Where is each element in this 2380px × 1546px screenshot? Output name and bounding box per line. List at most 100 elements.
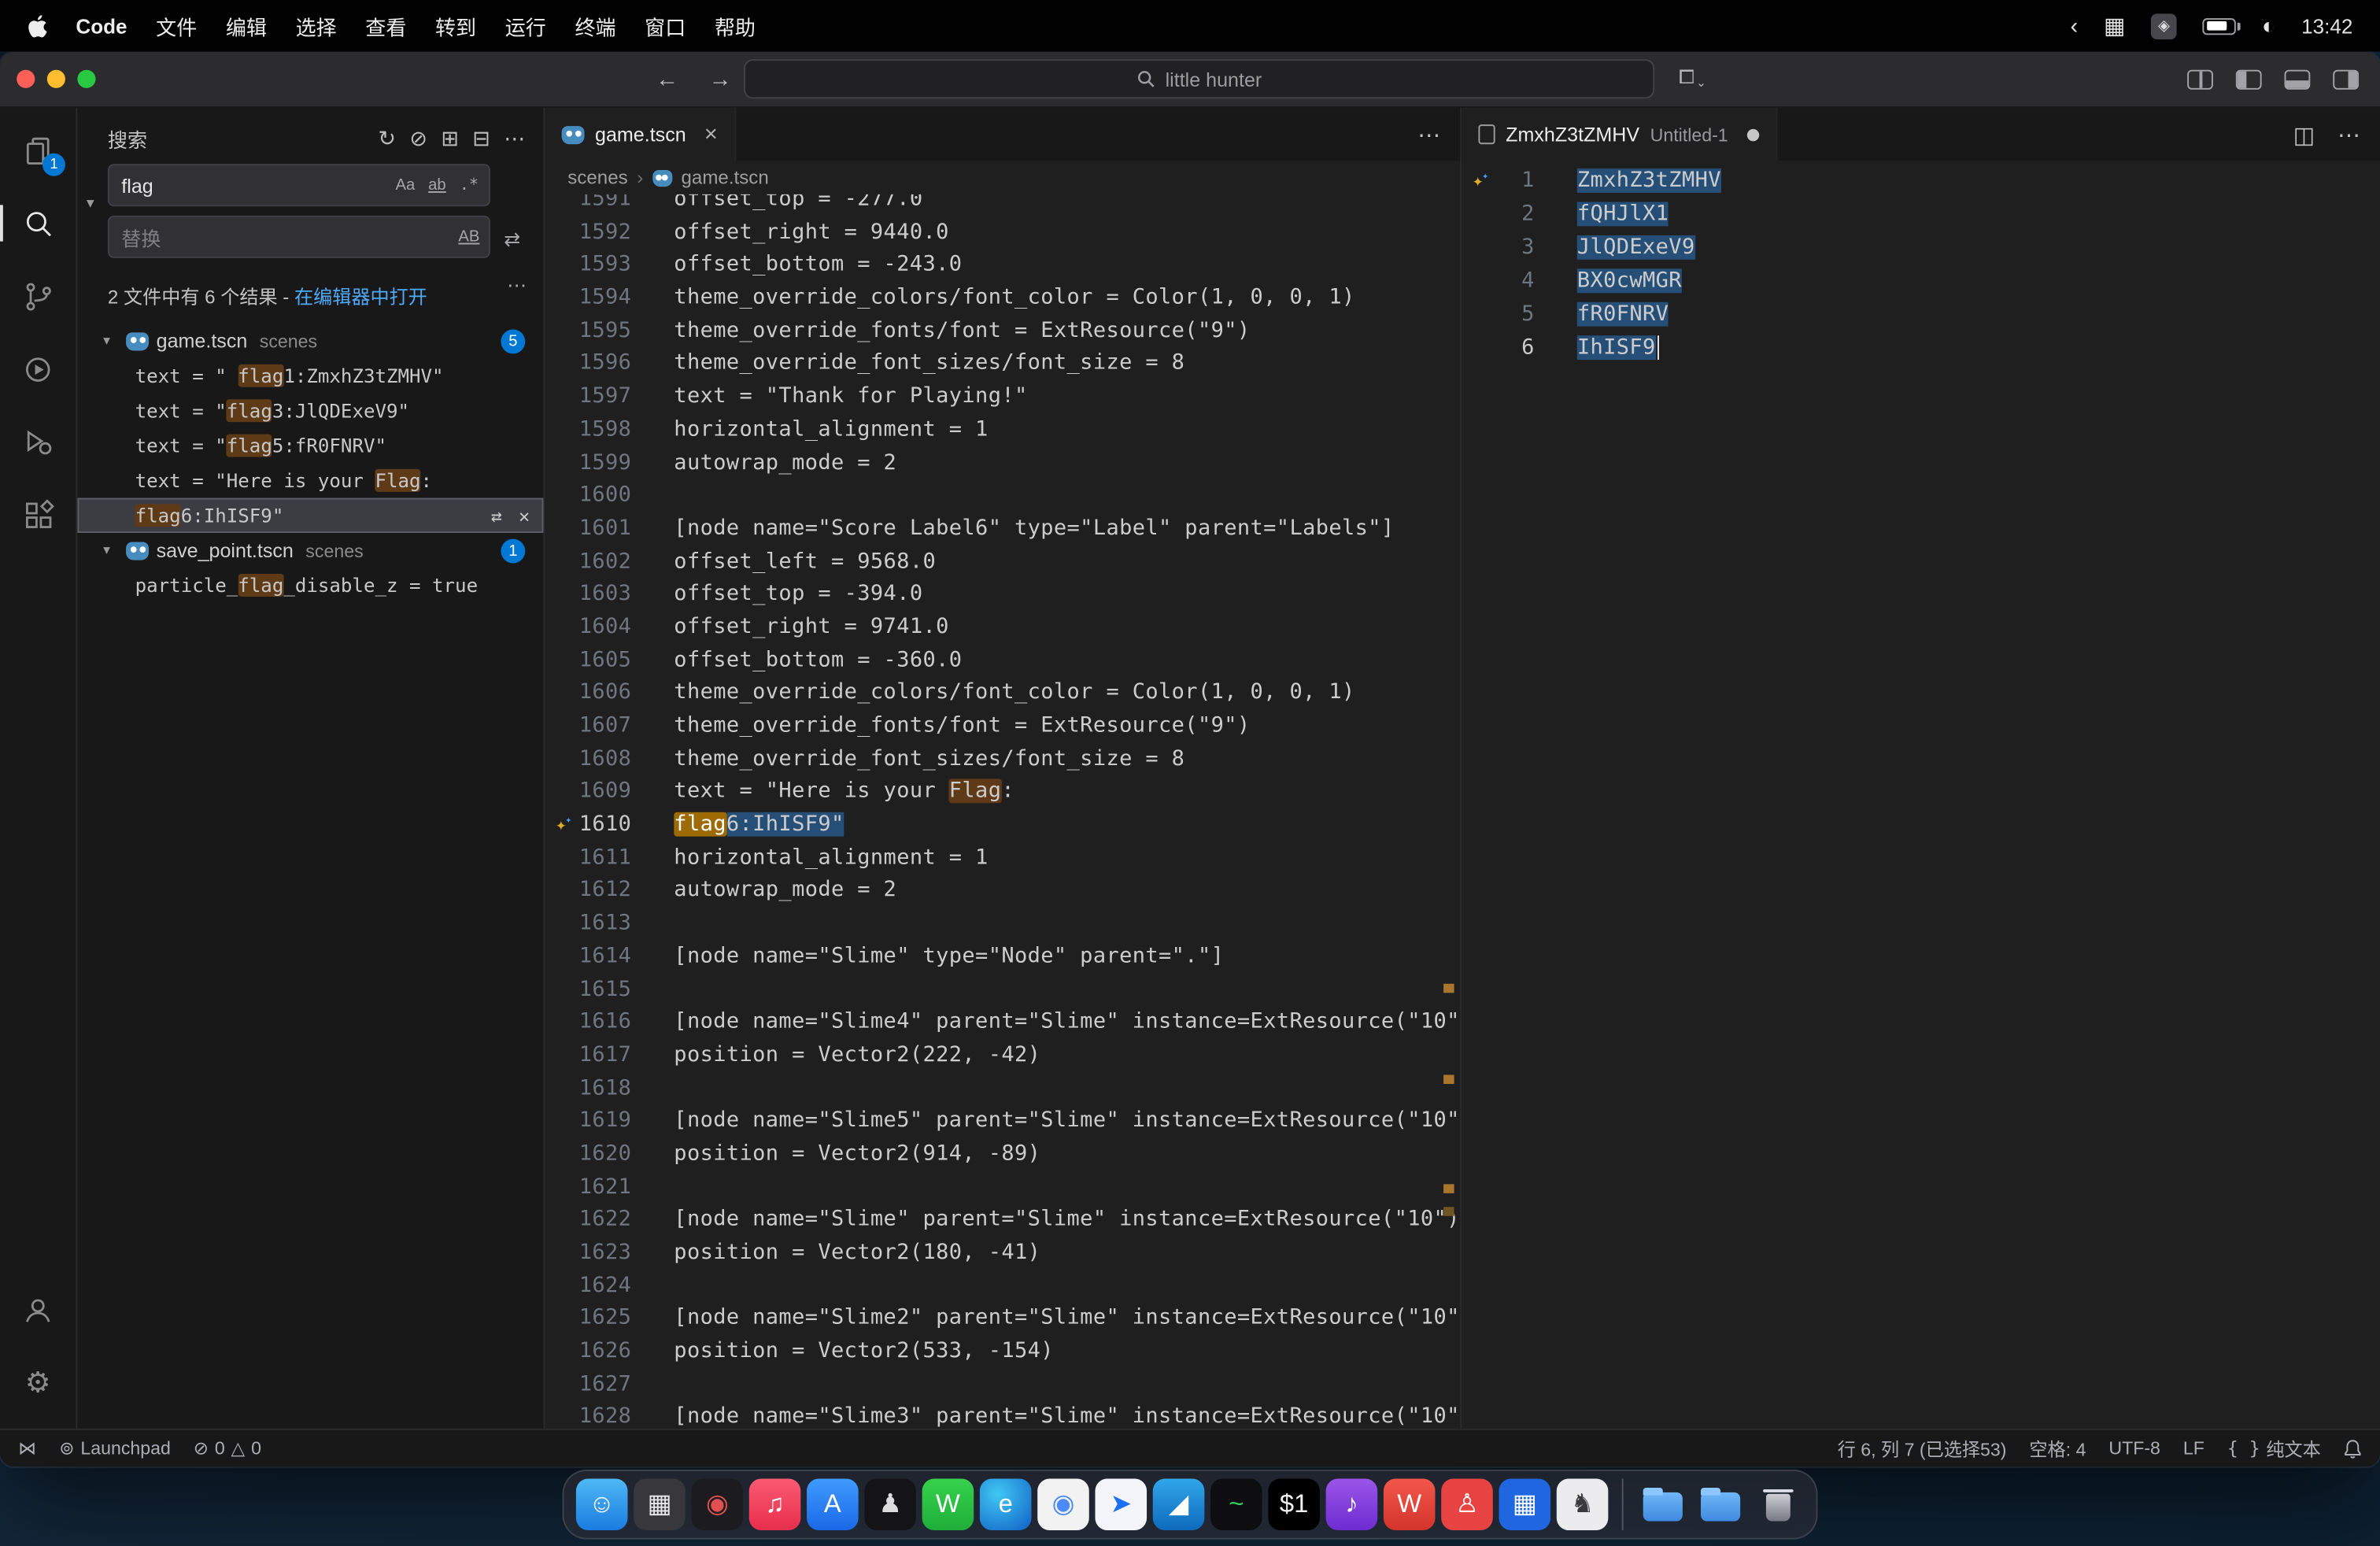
line-number[interactable]: 1623 bbox=[545, 1237, 631, 1270]
breadcrumb[interactable]: scenes › game.tscn bbox=[545, 161, 1460, 194]
line-number[interactable]: 3 bbox=[1462, 231, 1535, 264]
dock-vscode-icon[interactable]: ◢ bbox=[1153, 1478, 1205, 1529]
code-line[interactable]: 1605offset_bottom = -360.0 bbox=[545, 645, 1460, 678]
dock-finder-icon[interactable]: ☺ bbox=[576, 1478, 628, 1529]
code-line[interactable]: 1613 bbox=[545, 908, 1460, 941]
notifications-bell-icon[interactable] bbox=[2344, 1438, 2362, 1458]
menu-item[interactable]: 查看 bbox=[365, 11, 406, 42]
toggle-panel-icon[interactable] bbox=[2285, 70, 2311, 90]
line-number[interactable]: 4 bbox=[1462, 264, 1535, 298]
code-line[interactable]: 1627 bbox=[545, 1369, 1460, 1402]
line-number[interactable]: 1608 bbox=[545, 743, 631, 776]
code-line[interactable]: 1592offset_right = 9440.0 bbox=[545, 216, 1460, 250]
dock-wps-icon[interactable]: W bbox=[1384, 1478, 1436, 1529]
editor-more-actions-icon[interactable]: ⋯ bbox=[1417, 120, 1440, 148]
dock-purple-app-icon[interactable]: ♪ bbox=[1326, 1478, 1378, 1529]
code-line[interactable]: 3JlQDExeV9 bbox=[1462, 231, 2380, 264]
code-line[interactable]: 1612autowrap_mode = 2 bbox=[545, 875, 1460, 908]
open-search-editor-icon[interactable]: ⊞ bbox=[441, 125, 459, 151]
refresh-icon[interactable]: ↻ bbox=[378, 125, 396, 151]
dock-blue-grid-app-icon[interactable]: ▦ bbox=[1499, 1478, 1550, 1529]
toggle-primary-sidebar-icon[interactable] bbox=[2236, 70, 2262, 90]
line-number[interactable]: 1620 bbox=[545, 1138, 631, 1171]
line-number[interactable]: 5 bbox=[1462, 298, 1535, 331]
replace-icon[interactable]: ⇄ bbox=[480, 505, 502, 526]
line-number[interactable]: 1627 bbox=[545, 1369, 631, 1402]
line-number[interactable]: 1624 bbox=[545, 1270, 631, 1304]
settings-gear-icon[interactable]: ⚙ bbox=[0, 1347, 76, 1420]
control-center-icon[interactable]: ◐ bbox=[2262, 13, 2275, 39]
line-number[interactable]: 1628 bbox=[545, 1402, 631, 1429]
replace-input[interactable]: 替换 AB bbox=[108, 216, 490, 258]
menubar-app-icon[interactable]: ◈ bbox=[2151, 13, 2177, 39]
line-number[interactable]: 1613 bbox=[545, 908, 631, 941]
menu-item[interactable]: 文件 bbox=[156, 11, 197, 42]
dock-folder-1-icon[interactable] bbox=[1637, 1478, 1689, 1529]
search-details-icon[interactable]: ⋯ bbox=[507, 273, 527, 298]
line-number[interactable]: 1605 bbox=[545, 645, 631, 678]
toggle-replace-icon[interactable]: ▾ bbox=[87, 196, 94, 213]
line-number[interactable]: 1615 bbox=[545, 974, 631, 1007]
line-number[interactable]: 1602 bbox=[545, 546, 631, 579]
toggle-secondary-sidebar-icon[interactable] bbox=[2333, 70, 2359, 90]
app-menu[interactable]: Code bbox=[76, 14, 127, 37]
code-line[interactable]: 1622[node name="Slime" parent="Slime" in… bbox=[545, 1204, 1460, 1237]
close-window-button[interactable] bbox=[17, 70, 35, 88]
menu-item[interactable]: 选择 bbox=[296, 11, 337, 42]
code-line[interactable]: 4BX0cwMGR bbox=[1462, 264, 2380, 298]
language-mode-status[interactable]: { } 纯文本 bbox=[2227, 1435, 2321, 1461]
code-line[interactable]: 1606theme_override_colors/font_color = C… bbox=[545, 678, 1460, 711]
line-number[interactable]: 1603 bbox=[545, 579, 631, 612]
customize-layout-icon[interactable] bbox=[2187, 70, 2213, 90]
line-number[interactable]: 1598 bbox=[545, 414, 631, 447]
code-line[interactable]: 1599autowrap_mode = 2 bbox=[545, 447, 1460, 480]
sparkle-icon[interactable]: ✦✦ bbox=[556, 809, 574, 845]
zoom-window-button[interactable] bbox=[77, 70, 95, 88]
overview-ruler[interactable] bbox=[1439, 194, 1460, 1429]
dock-chrome-icon[interactable]: ◉ bbox=[1037, 1478, 1089, 1529]
battery-icon[interactable] bbox=[2203, 17, 2236, 34]
code-line[interactable]: ✦✦1610flag6:IhISF9" bbox=[545, 809, 1460, 842]
tab-game-tscn[interactable]: game.tscn × bbox=[545, 108, 736, 161]
menu-item[interactable]: 终端 bbox=[575, 11, 615, 42]
launchpad-status-item[interactable]: ⊚ Launchpad bbox=[59, 1437, 171, 1459]
code-line[interactable]: 1597text = "Thank for Playing!" bbox=[545, 381, 1460, 414]
window-titlebar[interactable]: ← → little hunter ⧠⌄ bbox=[0, 52, 2380, 108]
search-result-row[interactable]: particle_flag_disable_z = true bbox=[77, 568, 543, 602]
search-file-row[interactable]: ▾save_point.tscnscenes1 bbox=[77, 533, 543, 568]
code-line[interactable]: 2fQHJlX1 bbox=[1462, 198, 2380, 231]
new-editor-dropdown-icon[interactable]: ⧠⌄ bbox=[1679, 65, 1706, 90]
line-number[interactable]: 2 bbox=[1462, 198, 1535, 231]
dock-arcade-app-icon[interactable]: ♟ bbox=[864, 1478, 916, 1529]
code-line[interactable]: 1602offset_left = 9568.0 bbox=[545, 546, 1460, 579]
code-editor-right[interactable]: ✦✦1ZmxhZ3tZMHV2fQHJlX13JlQDExeV94BX0cwMG… bbox=[1462, 161, 2380, 1428]
line-number[interactable]: 1600 bbox=[545, 480, 631, 513]
menu-item[interactable]: 转到 bbox=[435, 11, 476, 42]
forward-icon[interactable]: → bbox=[709, 67, 732, 93]
code-line[interactable]: 1609text = "Here is your Flag: bbox=[545, 776, 1460, 809]
menu-item[interactable]: 窗口 bbox=[645, 11, 686, 42]
tab-untitled-1[interactable]: ZmxhZ3tZMHV Untitled-1 bbox=[1462, 108, 1778, 161]
indentation-status[interactable]: 空格: 4 bbox=[2029, 1435, 2086, 1461]
line-number[interactable]: 1621 bbox=[545, 1171, 631, 1204]
code-line[interactable]: 1604offset_right = 9741.0 bbox=[545, 612, 1460, 645]
line-number[interactable]: 1619 bbox=[545, 1106, 631, 1139]
code-line[interactable]: 5fR0FNRV bbox=[1462, 298, 2380, 331]
line-number[interactable]: 1601 bbox=[545, 513, 631, 546]
code-line[interactable]: 1620position = Vector2(914, -89) bbox=[545, 1138, 1460, 1171]
code-line[interactable]: 1598horizontal_alignment = 1 bbox=[545, 414, 1460, 447]
search-result-row[interactable]: flag6:IhISF9" ⇄✕ bbox=[77, 498, 543, 533]
activity-search[interactable] bbox=[0, 187, 76, 260]
command-center-search[interactable]: little hunter bbox=[744, 59, 1654, 98]
activity-source-control[interactable] bbox=[0, 260, 76, 333]
dock-trash-icon[interactable] bbox=[1753, 1478, 1805, 1529]
line-number[interactable]: 1622 bbox=[545, 1204, 631, 1237]
code-line[interactable]: 1619[node name="Slime5" parent="Slime" i… bbox=[545, 1106, 1460, 1139]
replace-all-icon[interactable]: ⇄ bbox=[504, 227, 520, 252]
whole-word-icon[interactable]: ab bbox=[422, 170, 453, 201]
apple-menu-icon[interactable] bbox=[28, 14, 47, 37]
search-input[interactable]: flag Aa ab .* bbox=[108, 164, 490, 206]
search-file-row[interactable]: ▾game.tscnscenes5 bbox=[77, 324, 543, 358]
code-line[interactable]: 1614[node name="Slime" type="Node" paren… bbox=[545, 941, 1460, 974]
split-editor-icon[interactable]: ◫ bbox=[2293, 120, 2315, 148]
